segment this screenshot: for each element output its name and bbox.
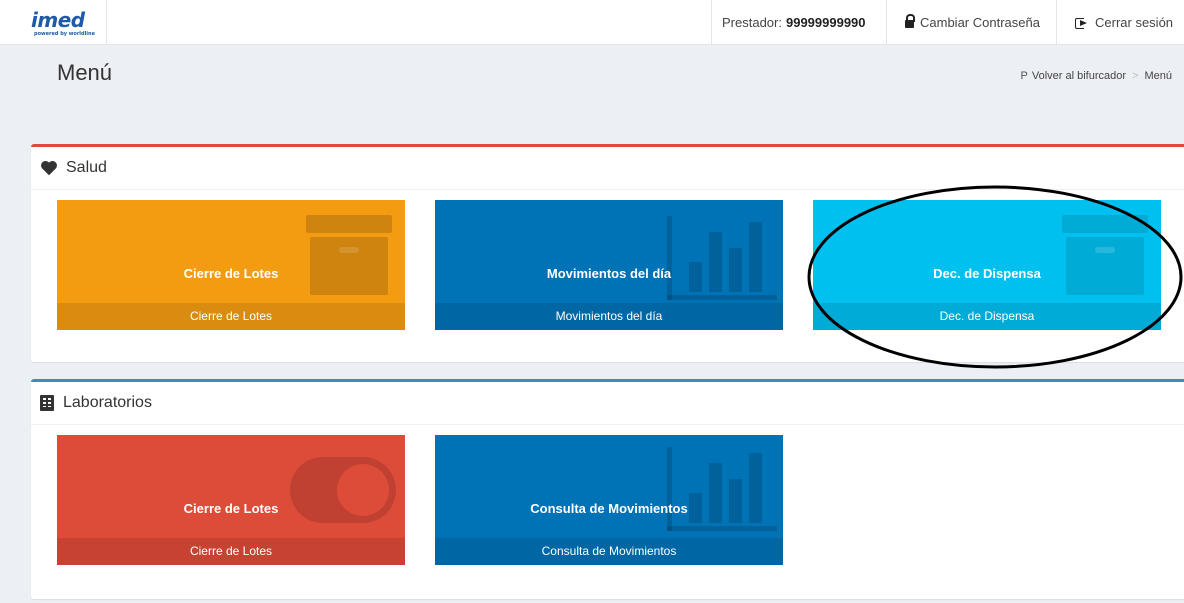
change-password-label: Cambiar Contraseña [920,14,1040,30]
breadcrumb-back-link[interactable]: Volver al bifurcador [1032,70,1126,82]
bar-chart-icon [667,216,777,300]
tile-title: Cierre de Lotes [183,266,279,281]
tile-dec-de-dispensa[interactable]: Dec. de Dispensa Dec. de Dispensa [813,200,1161,330]
sign-out-icon [1075,18,1089,29]
tile-footer-link[interactable]: Movimientos del día [435,303,783,330]
breadcrumb-current: Menú [1144,70,1172,82]
section-salud: Salud Cierre de Lotes Cierre de Lotes Mo… [31,144,1184,362]
change-password-link[interactable]: Cambiar Contraseña [886,0,1056,44]
tile-title: Movimientos del día [546,266,672,281]
tile-title: Dec. de Dispensa [933,266,1041,281]
breadcrumb: P Volver al bifurcador > Menú [1021,70,1172,82]
provider-label: Prestador: [722,14,782,30]
tile-footer-link[interactable]: Cierre de Lotes [57,538,405,565]
lock-icon [905,14,915,28]
tile-cierre-de-lotes-salud[interactable]: Cierre de Lotes Cierre de Lotes [57,200,405,330]
tile-movimientos-del-dia[interactable]: Movimientos del día Movimientos del día [435,200,783,330]
bar-chart-icon [667,447,777,531]
breadcrumb-separator: > [1132,70,1139,82]
section-title: Salud [66,159,107,176]
tile-footer-link[interactable]: Consulta de Movimientos [435,538,783,565]
logo-text: imed [31,8,85,32]
tile-cierre-de-lotes-laboratorios[interactable]: Cierre de Lotes Cierre de Lotes [57,435,405,565]
section-header: Salud [31,147,1184,190]
section-header: Laboratorios [31,382,1184,425]
tile-consulta-de-movimientos[interactable]: Consulta de Movimientos Consulta de Movi… [435,435,783,565]
logout-link[interactable]: Cerrar sesión [1056,0,1184,44]
heart-icon [41,160,57,176]
logo-subtitle: powered by worldline [34,31,95,37]
provider-value: 99999999990 [785,14,866,30]
archive-icon [1062,215,1148,295]
tile-title: Consulta de Movimientos [530,501,688,516]
page-title: Menú [57,60,113,85]
provider-info: Prestador: 99999999990 [711,0,886,44]
tile-title: Cierre de Lotes [183,501,279,516]
tile-footer-link[interactable]: Cierre de Lotes [57,303,405,330]
logout-label: Cerrar sesión [1095,14,1174,30]
archive-icon [306,215,392,295]
section-laboratorios: Laboratorios Cierre de Lotes Cierre de L… [31,379,1184,599]
section-title: Laboratorios [63,394,152,411]
back-icon: P [1020,70,1028,82]
building-icon [40,395,54,411]
top-navbar: imed powered by worldline Prestador: 999… [0,0,1184,45]
tile-footer-link[interactable]: Dec. de Dispensa [813,303,1161,330]
logo[interactable]: imed powered by worldline [0,0,107,44]
